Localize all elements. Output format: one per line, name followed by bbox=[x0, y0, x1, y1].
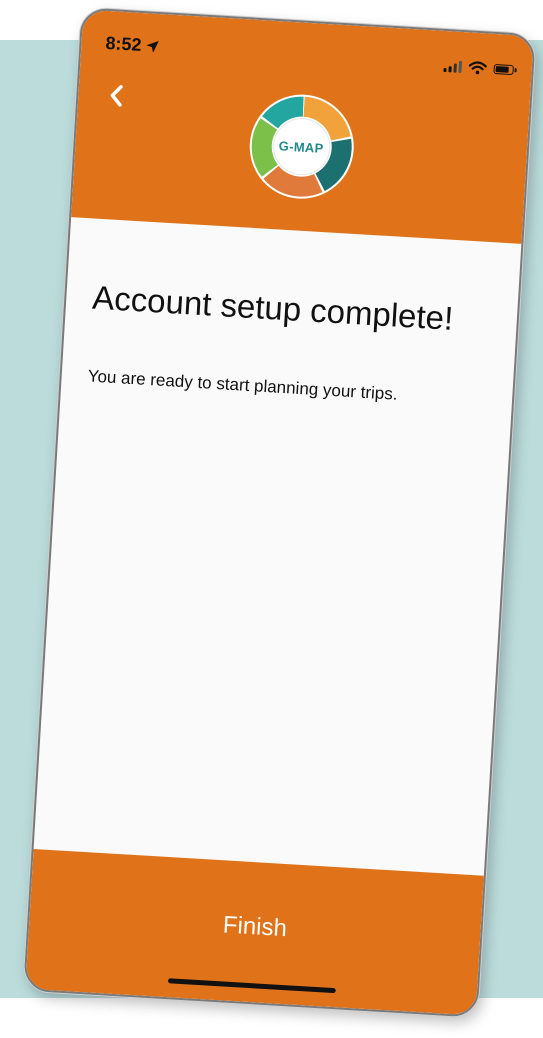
phone-frame: 8:52 G-MAP Account setup complete! You a… bbox=[23, 7, 536, 1018]
chevron-left-icon bbox=[110, 85, 123, 107]
home-indicator bbox=[167, 978, 336, 994]
wifi-icon bbox=[468, 61, 487, 75]
back-button[interactable] bbox=[102, 79, 132, 113]
footer: Finish bbox=[25, 849, 484, 1016]
app-logo: G-MAP bbox=[246, 91, 357, 202]
phone-screen: 8:52 G-MAP Account setup complete! You a… bbox=[23, 7, 536, 1018]
status-bar-time: 8:52 bbox=[105, 33, 160, 57]
battery-icon bbox=[493, 63, 514, 76]
page-subtitle: You are ready to start planning your tri… bbox=[87, 366, 399, 404]
location-arrow-icon bbox=[146, 40, 159, 53]
header: 8:52 G-MAP bbox=[71, 9, 534, 244]
status-bar-indicators bbox=[443, 59, 514, 77]
logo-text: G-MAP bbox=[278, 137, 325, 156]
cellular-signal-icon bbox=[443, 60, 463, 74]
finish-button[interactable]: Finish bbox=[28, 889, 481, 966]
main-content: Account setup complete! You are ready to… bbox=[34, 217, 522, 876]
page-title: Account setup complete! bbox=[91, 278, 455, 337]
status-time-text: 8:52 bbox=[104, 32, 143, 55]
